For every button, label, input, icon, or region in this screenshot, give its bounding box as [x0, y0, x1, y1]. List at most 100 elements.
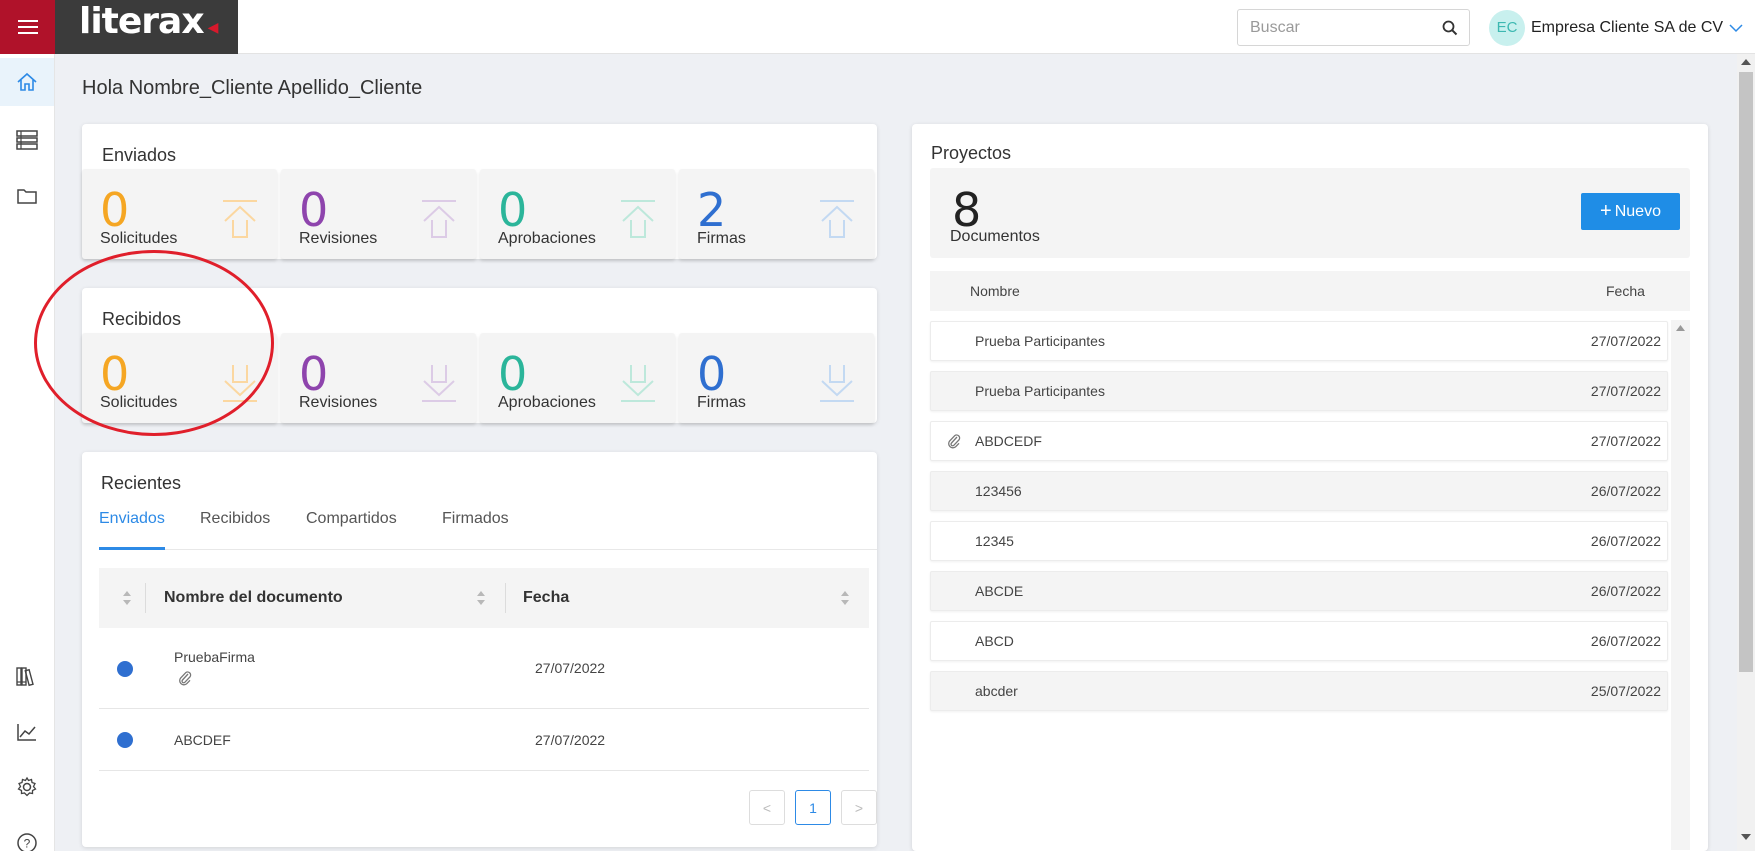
column-header-date[interactable]: Fecha: [1606, 283, 1645, 299]
logo-mark-icon: ◀: [207, 18, 219, 35]
annotation-ellipse: [34, 250, 274, 436]
library-icon: [16, 667, 34, 687]
project-row[interactable]: ABCD 26/07/2022: [930, 621, 1668, 661]
scroll-up-icon[interactable]: [1676, 325, 1685, 331]
sidebar-item-folders[interactable]: [0, 172, 54, 220]
project-row[interactable]: Prueba Participantes 27/07/2022: [930, 371, 1668, 411]
table-row[interactable]: ABCDEF 27/07/2022: [99, 709, 869, 771]
search-icon[interactable]: [1442, 20, 1458, 36]
recientes-tabs: Enviados Recibidos Compartidos Firmados: [99, 510, 877, 550]
stat-label: Firmas: [697, 230, 746, 247]
stat-label: Firmas: [697, 394, 746, 411]
project-row[interactable]: ABCDE 26/07/2022: [930, 571, 1668, 611]
project-name: ABCDE: [975, 583, 1024, 599]
recientes-title: Recientes: [101, 473, 182, 493]
project-row[interactable]: ABDCEDF 27/07/2022: [930, 421, 1668, 461]
sort-icon[interactable]: [122, 590, 132, 606]
sidebar-item-statistics[interactable]: [0, 708, 54, 756]
sort-icon[interactable]: [476, 590, 486, 606]
project-name: abcder: [975, 683, 1018, 699]
gear-icon: [17, 776, 37, 797]
project-row[interactable]: Prueba Participantes 27/07/2022: [930, 321, 1668, 361]
sidebar-item-settings[interactable]: [0, 763, 54, 811]
chevron-down-icon: [1729, 23, 1743, 32]
document-name[interactable]: PruebaFirma: [174, 649, 255, 665]
pagination-next-button[interactable]: >: [841, 790, 877, 825]
table-row[interactable]: PruebaFirma 27/07/2022: [99, 628, 869, 709]
new-button-label: Nuevo: [1614, 202, 1661, 220]
scroll-up-icon[interactable]: [1741, 59, 1751, 65]
sidebar-item-library[interactable]: [0, 652, 54, 700]
folder-icon: [17, 189, 37, 204]
sidebar-item-home[interactable]: [0, 58, 54, 106]
project-name: ABDCEDF: [975, 433, 1042, 449]
stat-value: 2: [697, 183, 727, 237]
column-header-date[interactable]: Fecha: [523, 589, 569, 607]
arrow-up-icon: [422, 200, 456, 238]
sort-icon[interactable]: [840, 590, 850, 606]
project-row[interactable]: abcder 25/07/2022: [930, 671, 1668, 711]
pagination-prev-button[interactable]: <: [749, 790, 785, 825]
stat-value: 0: [299, 347, 329, 401]
document-name[interactable]: ABCDEF: [174, 732, 231, 748]
recibidos-firmas-tile[interactable]: 0 Firmas: [679, 333, 874, 423]
logo[interactable]: literax ◀: [55, 0, 238, 54]
new-project-button[interactable]: + Nuevo: [1581, 193, 1680, 230]
plus-icon: +: [1600, 200, 1612, 222]
proyectos-summary: 8 Documentos + Nuevo: [930, 168, 1690, 258]
project-row[interactable]: 123456 26/07/2022: [930, 471, 1668, 511]
stat-value: 0: [498, 183, 528, 237]
svg-text:?: ?: [24, 837, 31, 851]
recibidos-aprobaciones-tile[interactable]: 0 Aprobaciones: [480, 333, 675, 423]
tab-firmados[interactable]: Firmados: [442, 510, 509, 550]
proyectos-table-header: Nombre Fecha: [930, 271, 1690, 311]
company-selector[interactable]: EC Empresa Cliente SA de CV: [1489, 9, 1743, 46]
sidebar-item-documents[interactable]: [0, 116, 54, 164]
stat-value: 0: [100, 183, 130, 237]
help-icon: ?: [17, 833, 37, 851]
stat-value: 0: [299, 183, 329, 237]
column-header-name[interactable]: Nombre del documento: [164, 589, 343, 607]
project-date: 25/07/2022: [1590, 683, 1661, 699]
enviados-title: Enviados: [102, 145, 177, 165]
project-date: 26/07/2022: [1590, 483, 1661, 499]
column-header-name[interactable]: Nombre: [970, 283, 1020, 299]
hamburger-menu-button[interactable]: [0, 0, 55, 54]
enviados-aprobaciones-tile[interactable]: 0 Aprobaciones: [480, 169, 675, 259]
arrow-down-icon: [621, 365, 655, 402]
sidebar-item-help[interactable]: ?: [0, 819, 54, 851]
arrow-up-icon: [820, 200, 854, 238]
documents-count-label: Documentos: [950, 228, 1040, 245]
pagination-page-1[interactable]: 1: [795, 790, 831, 825]
enviados-revisiones-tile[interactable]: 0 Revisiones: [281, 169, 476, 259]
page-title: Hola Nombre_Cliente Apellido_Cliente: [82, 77, 423, 99]
paperclip-icon: [179, 671, 192, 686]
search-input[interactable]: [1238, 10, 1428, 45]
enviados-solicitudes-tile[interactable]: 0 Solicitudes: [82, 169, 277, 259]
scroll-down-icon[interactable]: [1741, 834, 1751, 840]
proyectos-card: Proyectos 8 Documentos + Nuevo Nombre Fec…: [912, 124, 1708, 851]
project-name: Prueba Participantes: [975, 333, 1105, 349]
project-date: 27/07/2022: [1590, 433, 1661, 449]
project-date: 26/07/2022: [1590, 633, 1661, 649]
project-name: 123456: [975, 483, 1022, 499]
page-scrollbar[interactable]: [1737, 54, 1755, 851]
paperclip-icon: [948, 434, 961, 449]
stat-label: Revisiones: [299, 230, 378, 247]
arrow-down-icon: [422, 365, 456, 402]
project-row[interactable]: 12345 26/07/2022: [930, 521, 1668, 561]
projects-scrollbar[interactable]: [1671, 320, 1690, 850]
recientes-table-header: Nombre del documento Fecha: [99, 568, 869, 628]
column-divider: [145, 583, 146, 613]
tab-recibidos[interactable]: Recibidos: [200, 510, 270, 550]
proyectos-title: Proyectos: [931, 143, 1012, 163]
recibidos-revisiones-tile[interactable]: 0 Revisiones: [281, 333, 476, 423]
stat-label: Aprobaciones: [498, 394, 596, 411]
page-scrollbar-thumb[interactable]: [1739, 72, 1753, 672]
tab-enviados[interactable]: Enviados: [99, 510, 165, 550]
stat-label: Revisiones: [299, 394, 378, 411]
home-icon: [17, 72, 37, 91]
documents-count: 8: [952, 183, 982, 237]
tab-compartidos[interactable]: Compartidos: [306, 510, 397, 550]
enviados-firmas-tile[interactable]: 2 Firmas: [679, 169, 874, 259]
